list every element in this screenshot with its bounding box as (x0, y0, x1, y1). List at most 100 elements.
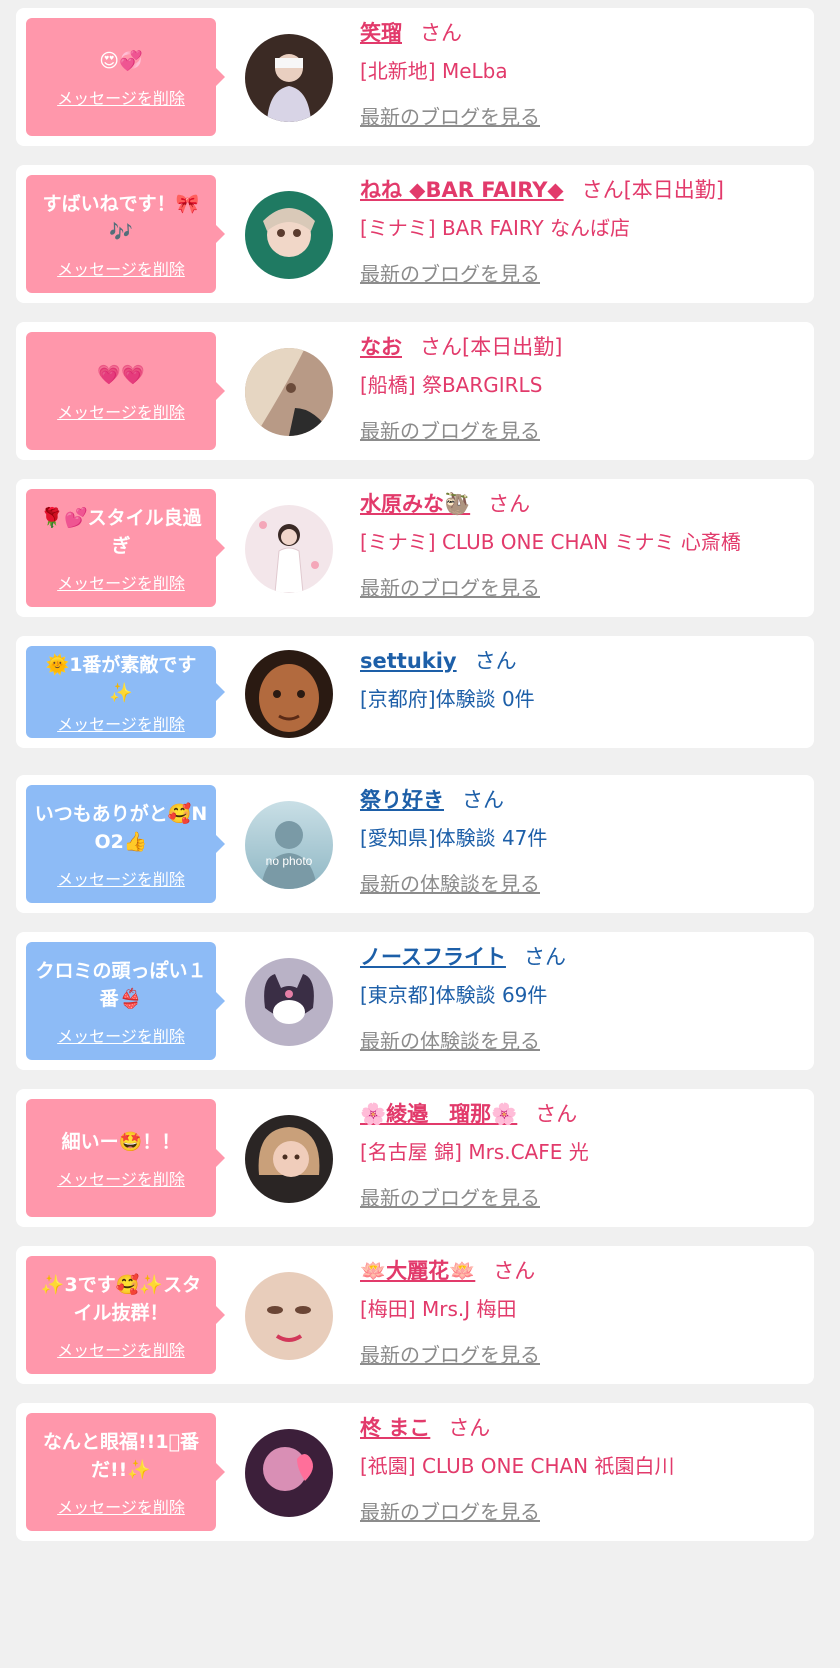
message-bubble: ✨3です🥰✨スタイル抜群！ メッセージを削除 (26, 1256, 225, 1374)
kuromi-icon (245, 958, 333, 1046)
shop-info: [東京都]体験談 69件 (360, 983, 548, 1007)
shop-info: [京都府]体験談 0件 (360, 687, 535, 711)
girl-photo-icon (245, 1272, 333, 1360)
avatar[interactable] (245, 650, 333, 738)
latest-blog-link[interactable]: 最新のブログを見る (360, 100, 540, 134)
message-card: すばいねです！🎀🎶 メッセージを削除 ねね ◆BAR FAIRY◆ さん[本日出勤… (16, 165, 814, 303)
user-name-link[interactable]: 笑瑠 (360, 21, 402, 45)
svg-text:no photo: no photo (266, 854, 313, 868)
shop-info: [船橋] 祭BARGIRLS (360, 373, 543, 397)
message-text: 🌞1番が素敵です✨ (45, 654, 197, 704)
message-text: クロミの頭っぽい１番👙 (35, 960, 207, 1010)
user-name-link[interactable]: ねね ◆BAR FAIRY◆ (360, 178, 564, 202)
girl-photo-icon (245, 191, 333, 279)
delete-message-link[interactable]: メッセージを削除 (57, 570, 185, 594)
message-bubble: クロミの頭っぽい１番👙 メッセージを削除 (26, 942, 225, 1060)
avatar[interactable] (245, 1429, 333, 1517)
name-suffix: さん (493, 1259, 536, 1283)
name-suffix: さん (474, 649, 517, 673)
message-bubble: いつもありがと🥰NO2👍 メッセージを削除 (26, 785, 225, 903)
message-text: 細いー🤩！！ (61, 1131, 181, 1153)
avatar[interactable]: no photo (245, 801, 333, 889)
shop-info: [名古屋 錦] Mrs.CAFE 光 (360, 1140, 589, 1164)
user-name-link[interactable]: 柊 まこ (360, 1416, 430, 1440)
message-bubble: すばいねです！🎀🎶 メッセージを削除 (26, 175, 225, 293)
latest-blog-link[interactable]: 最新のブログを見る (360, 414, 540, 448)
delete-message-link[interactable]: メッセージを削除 (57, 85, 185, 109)
avatar[interactable] (245, 1272, 333, 1360)
latest-blog-link[interactable]: 最新のブログを見る (360, 1495, 540, 1529)
avatar[interactable] (245, 958, 333, 1046)
avatar[interactable] (245, 505, 333, 593)
avatar[interactable] (245, 191, 333, 279)
delete-message-link[interactable]: メッセージを削除 (57, 1023, 185, 1047)
message-text: 💗💗 (97, 364, 145, 386)
delete-message-link[interactable]: メッセージを削除 (57, 1337, 185, 1361)
delete-message-link[interactable]: メッセージを削除 (57, 399, 185, 423)
delete-message-link[interactable]: メッセージを削除 (57, 256, 185, 280)
name-suffix: さん (420, 21, 462, 45)
avatar[interactable] (245, 348, 333, 436)
girl-photo-icon (245, 34, 333, 122)
message-card: 🌞1番が素敵です✨ メッセージを削除 settukiy さん [京都府]体験談 0… (16, 636, 814, 748)
avatar[interactable] (245, 34, 333, 122)
message-card: いつもありがと🥰NO2👍 メッセージを削除 no photo 祭り好き さん [… (16, 775, 814, 913)
message-text: いつもありがと🥰NO2👍 (34, 803, 208, 853)
message-card: 💗💗 メッセージを削除 なお さん[本日出勤] [船橋] 祭BARGIRLS 最新… (16, 322, 814, 460)
latest-experience-link[interactable]: 最新の体験談を見る (360, 867, 540, 901)
message-text: なんと眼福!!1⃣番だ!!✨ (43, 1431, 199, 1481)
latest-blog-link[interactable]: 最新のブログを見る (360, 1181, 540, 1215)
avatar[interactable] (245, 1115, 333, 1203)
message-card: 細いー🤩！！ メッセージを削除 🌸綾邉 瑠那🌸 さん [名古屋 錦] Mrs.CA… (16, 1089, 814, 1227)
message-bubble: なんと眼福!!1⃣番だ!!✨ メッセージを削除 (26, 1413, 225, 1531)
message-bubble: 🌞1番が素敵です✨ メッセージを削除 (26, 646, 225, 738)
girl-photo-icon (245, 1429, 333, 1517)
delete-message-link[interactable]: メッセージを削除 (57, 866, 185, 890)
message-bubble: 細いー🤩！！ メッセージを削除 (26, 1099, 225, 1217)
girl-photo-icon (245, 505, 333, 593)
shop-info: [愛知県]体験談 47件 (360, 826, 548, 850)
latest-blog-link[interactable]: 最新のブログを見る (360, 571, 540, 605)
user-name-link[interactable]: 🌸綾邉 瑠那🌸 (360, 1102, 517, 1126)
message-bubble: 🌹💕スタイル良過ぎ メッセージを削除 (26, 489, 225, 607)
latest-blog-link[interactable]: 最新のブログを見る (360, 1338, 540, 1372)
name-suffix: さん (448, 1416, 491, 1440)
no-photo-icon: no photo (245, 801, 333, 889)
message-text: すばいねです！🎀🎶 (42, 193, 200, 243)
shop-info: [ミナミ] BAR FAIRY なんば店 (360, 216, 631, 240)
message-text: 😍💞 (99, 50, 143, 72)
message-card: なんと眼福!!1⃣番だ!!✨ メッセージを削除 柊 まこ さん [祇園] CLUB… (16, 1403, 814, 1541)
user-name-link[interactable]: 🪷大麗花🪷 (360, 1259, 475, 1283)
user-name-link[interactable]: ノースフライト (360, 945, 506, 969)
message-bubble: 💗💗 メッセージを削除 (26, 332, 225, 450)
latest-experience-link[interactable]: 最新の体験談を見る (360, 1024, 540, 1058)
girl-photo-icon (245, 348, 333, 436)
name-suffix: さん (488, 492, 531, 516)
girl-photo-icon (245, 1115, 333, 1203)
message-card: クロミの頭っぽい１番👙 メッセージを削除 ノースフライト さん [東京都]体験談 … (16, 932, 814, 1070)
message-bubble: 😍💞 メッセージを削除 (26, 18, 225, 136)
user-name-link[interactable]: なお (360, 335, 402, 359)
message-text: ✨3です🥰✨スタイル抜群！ (40, 1274, 202, 1324)
name-suffix: さん[本日出勤] (420, 335, 563, 359)
delete-message-link[interactable]: メッセージを削除 (57, 1166, 185, 1190)
shop-info: [北新地] MeLba (360, 59, 508, 83)
shop-info: [祇園] CLUB ONE CHAN 祇園白川 (360, 1454, 675, 1478)
message-text: 🌹💕スタイル良過ぎ (40, 507, 202, 557)
user-name-link[interactable]: 祭り好き (360, 788, 444, 812)
shop-info: [梅田] Mrs.J 梅田 (360, 1297, 517, 1321)
delete-message-link[interactable]: メッセージを削除 (57, 1494, 185, 1518)
latest-blog-link[interactable]: 最新のブログを見る (360, 257, 540, 291)
man-photo-icon (245, 650, 333, 738)
message-card: 🌹💕スタイル良過ぎ メッセージを削除 水原みな🦥 さん [ミナミ] CLUB ON… (16, 479, 814, 617)
message-card: ✨3です🥰✨スタイル抜群！ メッセージを削除 🪷大麗花🪷 さん [梅田] Mrs.… (16, 1246, 814, 1384)
message-card: 😍💞 メッセージを削除 笑瑠 さん [北新地] MeLba 最新のブログを見る (16, 8, 814, 146)
user-name-link[interactable]: settukiy (360, 649, 457, 673)
name-suffix: さん (523, 945, 566, 969)
name-suffix: さん (462, 788, 504, 812)
name-suffix: さん[本日出勤] (581, 178, 724, 202)
user-name-link[interactable]: 水原みな🦥 (360, 492, 470, 516)
delete-message-link[interactable]: メッセージを削除 (57, 711, 185, 735)
name-suffix: さん (535, 1102, 578, 1126)
shop-info: [ミナミ] CLUB ONE CHAN ミナミ 心斎橋 (360, 530, 741, 554)
